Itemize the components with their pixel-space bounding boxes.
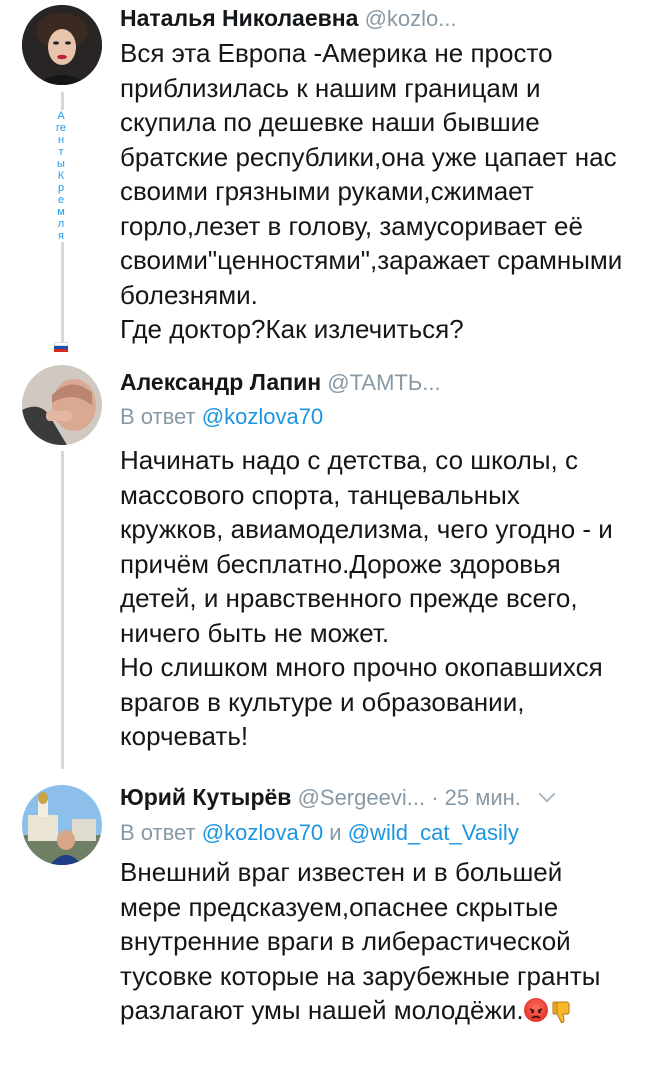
tweet-paragraph: Где доктор?Как излечиться?: [120, 314, 464, 344]
author-handle[interactable]: @TAMTЬ...: [327, 370, 440, 395]
avatar[interactable]: [22, 5, 102, 85]
thumbs-down-icon: [550, 998, 574, 1024]
tweet-header: Наталья Николаевна @kozlo...: [120, 4, 627, 33]
avatar[interactable]: [22, 365, 102, 445]
tweet-text: Вся эта Европа -Америка не просто прибли…: [120, 36, 629, 347]
reply-mention-link[interactable]: @kozlova70: [202, 404, 323, 429]
chevron-down-icon[interactable]: [538, 785, 556, 803]
reply-mention-link[interactable]: @kozlova70: [202, 820, 323, 845]
author-handle[interactable]: @kozlo...: [365, 6, 457, 31]
tweet-header: Александр Лапин @TAMTЬ...: [120, 368, 627, 397]
avatar[interactable]: [22, 785, 102, 865]
tweet-header: Юрий Кутырёв @Sergeevi... · 25 мин.: [120, 783, 627, 812]
tweet-paragraph: Внешний враг известен и в большей мере п…: [120, 855, 629, 1028]
reply-context: В ответ @kozlova70 и @wild_cat_Vasily: [120, 819, 519, 847]
reply-conjunction: и: [329, 820, 342, 845]
tweet-3[interactable]: Юрий Кутырёв @Sergeevi... · 25 мин. В от…: [0, 775, 647, 1080]
profile-tag-vertical: Агенты Кремля: [56, 110, 66, 242]
tweet-paragraph: Начинать надо с детства, со школы, с мас…: [120, 445, 613, 648]
thread-line: [61, 451, 64, 769]
reply-prefix: В ответ: [120, 820, 196, 845]
tweet-paragraph: Но слишком много прочно окопавшихся враг…: [120, 652, 603, 751]
reply-prefix: В ответ: [120, 404, 196, 429]
author-name[interactable]: Юрий Кутырёв: [120, 784, 291, 810]
separator-dot: ·: [431, 785, 439, 810]
angry-face-icon: [523, 998, 548, 1023]
tweet-2[interactable]: Александр Лапин @TAMTЬ... В ответ @kozlo…: [0, 355, 647, 775]
tweet-paragraph: Вся эта Европа -Америка не просто прибли…: [120, 38, 623, 310]
tweet-text: Внешний враг известен и в большей мере п…: [120, 855, 629, 1028]
author-handle[interactable]: @Sergeevi...: [298, 785, 426, 810]
tweet-text: Начинать надо с детства, со школы, с мас…: [120, 443, 629, 754]
russian-flag-icon: [54, 342, 68, 352]
reply-context: В ответ @kozlova70: [120, 403, 323, 431]
reply-mention-link[interactable]: @wild_cat_Vasily: [348, 820, 519, 845]
tweet-1[interactable]: Агенты Кремля Наталья Николаевна @kozlo.…: [0, 0, 647, 355]
author-name[interactable]: Александр Лапин: [120, 369, 321, 395]
author-name[interactable]: Наталья Николаевна: [120, 5, 358, 31]
timestamp[interactable]: 25 мин.: [445, 785, 521, 810]
